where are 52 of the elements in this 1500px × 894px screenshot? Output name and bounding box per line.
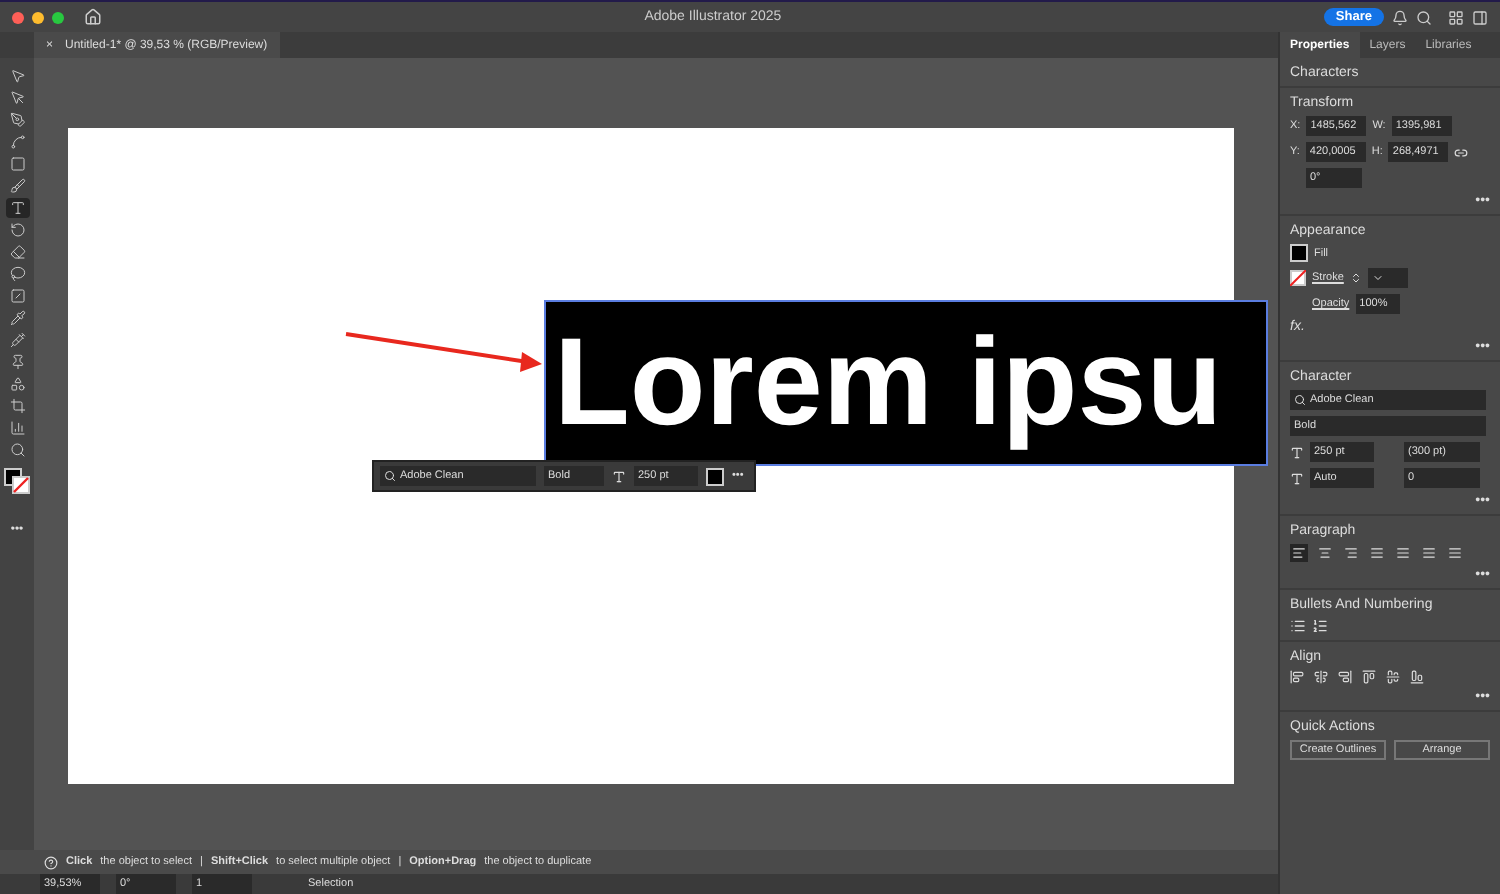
maximize-window-icon[interactable] [52,11,64,23]
help-icon [44,855,58,869]
zoom-tool[interactable] [5,440,29,460]
brush-tool[interactable] [5,176,29,196]
link-icon[interactable] [1454,145,1469,159]
workspace-icon[interactable] [1448,9,1464,25]
align-bottom-icon[interactable] [1410,670,1424,684]
numbering-icon[interactable] [1312,618,1328,634]
fill-swatch[interactable] [1290,244,1308,262]
shapebuilder-tool[interactable] [5,374,29,394]
paragraph-align-button[interactable] [1342,544,1360,562]
gradient-tool[interactable] [5,286,29,306]
artboard-tool[interactable] [5,396,29,416]
color-swatch[interactable] [706,467,724,485]
fill-stroke-icon[interactable] [4,468,30,494]
align-center-icon[interactable] [1314,670,1328,684]
close-window-icon[interactable] [12,11,24,23]
paragraph-align-button[interactable] [1394,544,1412,562]
chart-tool[interactable] [5,418,29,438]
align-right-icon[interactable] [1338,670,1352,684]
font-size-icon [1290,445,1304,459]
panel-icon[interactable] [1472,9,1488,25]
align-left-icon[interactable] [1290,670,1304,684]
paragraph-align-button[interactable] [1420,544,1438,562]
eyedropper-tool[interactable] [5,308,29,328]
kerning-icon [1290,471,1304,485]
paragraph-align-button[interactable] [1446,544,1464,562]
direct-tool[interactable] [5,88,29,108]
font-size-icon [612,469,626,483]
eraser-tool[interactable] [5,242,29,262]
align-middle-icon[interactable] [1386,670,1400,684]
bullets-icon[interactable] [1290,618,1306,634]
search-icon [1294,394,1306,406]
paragraph-align-button[interactable] [1290,544,1308,562]
no-stroke-icon[interactable] [1290,270,1306,286]
align-top-icon[interactable] [1362,670,1376,684]
chevron-down-icon[interactable] [1371,272,1384,284]
minimize-window-icon[interactable] [32,11,44,23]
type-tool[interactable] [5,198,29,218]
home-icon[interactable] [84,8,102,26]
lasso-tool[interactable] [5,264,29,284]
text-frame[interactable]: Lorem ipsu [546,302,1266,464]
paragraph-align-button[interactable] [1368,544,1386,562]
bell-icon[interactable] [1392,9,1408,25]
rect-tool[interactable] [5,154,29,174]
paragraph-align-button[interactable] [1316,544,1334,562]
pen-tool[interactable] [5,110,29,130]
rotate-tool[interactable] [5,220,29,240]
search-icon [384,470,396,482]
stroke-field[interactable] [1367,268,1408,288]
curvature-tool[interactable] [5,132,29,152]
search-icon[interactable] [1416,9,1432,25]
